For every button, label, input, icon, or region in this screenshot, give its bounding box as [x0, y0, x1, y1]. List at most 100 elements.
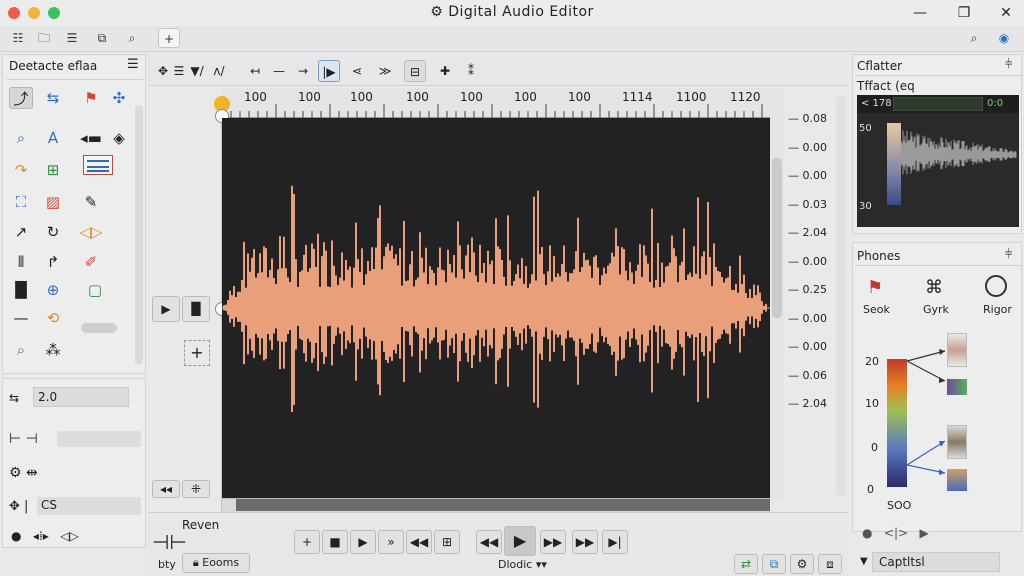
- brush-icon[interactable]: ✐: [79, 251, 103, 273]
- draw-icon[interactable]: ▼/: [186, 60, 208, 82]
- phones-button-label[interactable]: Rigor: [983, 303, 1012, 316]
- arrow-icon[interactable]: ↗: [9, 221, 33, 243]
- shuffle-small-button[interactable]: ⁜: [182, 480, 210, 498]
- list-icon[interactable]: ☰: [62, 28, 82, 48]
- rooms-button[interactable]: 🔒︎ Eooms: [182, 553, 250, 573]
- add-track-button[interactable]: +: [184, 340, 210, 366]
- equalizer-icon[interactable]: ▐▌: [9, 279, 33, 301]
- lasso-icon[interactable]: ⌕: [9, 339, 33, 361]
- add-button[interactable]: +: [294, 530, 320, 554]
- add-tab-button[interactable]: +: [158, 28, 180, 48]
- panel-options-icon[interactable]: ⫩: [1005, 57, 1012, 72]
- loop-icon[interactable]: ↻: [41, 221, 65, 243]
- skip-end-button[interactable]: ▶|: [602, 530, 628, 554]
- dial-icon[interactable]: [985, 275, 1007, 297]
- pen-icon[interactable]: ✎: [79, 191, 103, 213]
- swatch-4[interactable]: [947, 469, 967, 491]
- router-icon[interactable]: ⌘: [925, 277, 943, 298]
- horizontal-scrollbar[interactable]: [222, 498, 770, 512]
- merge-icon[interactable]: ⧉: [762, 554, 786, 574]
- spectrum-view[interactable]: < 178 0:0 50 30: [857, 95, 1019, 227]
- search-icon[interactable]: ⌕: [964, 28, 984, 48]
- box-icon[interactable]: ▢: [83, 279, 107, 301]
- grid-view-button[interactable]: ⊞: [434, 530, 460, 554]
- gear-icon[interactable]: ⚙: [790, 554, 814, 574]
- rotate-icon[interactable]: ⟲: [41, 307, 65, 329]
- close-icon[interactable]: ✕: [994, 2, 1018, 24]
- line-icon[interactable]: —: [9, 307, 33, 329]
- vertical-scrollbar[interactable]: [770, 88, 784, 500]
- split-icon[interactable]: ◁▷: [79, 221, 103, 243]
- search-file-icon[interactable]: ⌕: [122, 28, 142, 48]
- rewind-button[interactable]: ◀◀: [406, 530, 432, 554]
- nodes-icon[interactable]: ⧉: [92, 28, 112, 48]
- crosshair-icon[interactable]: ✣: [107, 87, 131, 109]
- scatter-icon[interactable]: ⁂: [41, 339, 65, 361]
- target-icon[interactable]: ⊕: [41, 279, 65, 301]
- bars-icon[interactable]: ⦀: [9, 251, 33, 273]
- select-icon[interactable]: ⛶: [9, 191, 33, 213]
- value-field-2[interactable]: [57, 431, 141, 447]
- frame-icon[interactable]: ⊟: [404, 60, 426, 82]
- forward-button[interactable]: »: [378, 530, 404, 554]
- main-play-button[interactable]: ▶: [504, 526, 536, 556]
- swatch-1[interactable]: [947, 333, 967, 367]
- image-icon[interactable]: ▨: [41, 191, 65, 213]
- db-scrollbar[interactable]: [836, 96, 846, 496]
- panel-options-icon[interactable]: ⫩: [1005, 247, 1012, 262]
- play-small-button[interactable]: ▶: [152, 296, 180, 322]
- zoom-icon[interactable]: ⌕: [9, 127, 33, 149]
- swatch-2[interactable]: [947, 379, 967, 395]
- more-icon[interactable]: ⁑: [460, 60, 482, 82]
- fast-forward-button[interactable]: ▶▶: [540, 530, 566, 554]
- minimize-icon[interactable]: —: [908, 2, 932, 24]
- play-button[interactable]: ▶: [350, 530, 376, 554]
- pause-small-button[interactable]: ▐▌: [182, 296, 210, 322]
- waveform-canvas[interactable]: [222, 118, 770, 498]
- value-field-1[interactable]: 2.0: [33, 387, 129, 407]
- stop-button[interactable]: ■: [322, 530, 348, 554]
- next-button[interactable]: ▶▶: [572, 530, 598, 554]
- folder-icon[interactable]: 🗀: [34, 28, 54, 48]
- rewind-small-button[interactable]: ◂◂: [152, 480, 180, 498]
- record-icon[interactable]: ● ◂⁞▸ ◁▷: [11, 529, 79, 543]
- footer-field[interactable]: Captltsl: [872, 552, 1000, 572]
- text-icon[interactable]: A: [41, 127, 65, 149]
- phones-button-label[interactable]: Gyrk: [923, 303, 949, 316]
- split-icon[interactable]: ⊣⊢: [152, 530, 187, 554]
- loop-icon[interactable]: ⋖: [346, 60, 368, 82]
- mode-select[interactable]: Dlodic ▾▾: [498, 558, 547, 571]
- left-scrollbar[interactable]: [135, 105, 143, 365]
- frame-icon[interactable]: ⊞: [41, 159, 65, 181]
- move-icon[interactable]: ⇆: [41, 87, 65, 109]
- export-icon[interactable]: ⧈: [818, 554, 842, 574]
- play-cursor-icon[interactable]: |▶: [318, 60, 340, 82]
- timeline-ruler[interactable]: 100 100 100 100 100 100 100 1114 1100 11…: [222, 88, 770, 118]
- value-field-4[interactable]: CS: [37, 497, 141, 515]
- panel-icon[interactable]: ☷: [8, 28, 28, 48]
- eye-icon[interactable]: ◈: [107, 127, 131, 149]
- back-icon[interactable]: —: [268, 60, 290, 82]
- speaker-icon[interactable]: ◂▬: [79, 127, 103, 149]
- cursor-icon[interactable]: ⤴: [9, 87, 33, 109]
- panel-menu-icon[interactable]: ☰: [127, 57, 139, 72]
- marker-icon[interactable]: ⚑: [79, 87, 103, 109]
- phones-button-label[interactable]: Seok: [863, 303, 890, 316]
- tools-icon[interactable]: ʌ/: [208, 60, 230, 82]
- account-icon[interactable]: ◉: [994, 28, 1014, 48]
- swatch-3[interactable]: [947, 425, 967, 459]
- curve-icon[interactable]: ↷: [9, 159, 33, 181]
- link-icon[interactable]: ⇄: [734, 554, 758, 574]
- cut-icon[interactable]: ✚: [434, 60, 456, 82]
- next-icon[interactable]: →: [292, 60, 314, 82]
- slider-icon[interactable]: [81, 323, 117, 333]
- footer-controls[interactable]: ● <|> ▶: [862, 526, 929, 540]
- grid-icon[interactable]: [83, 155, 113, 175]
- prev-icon[interactable]: ↤: [244, 60, 266, 82]
- restore-icon[interactable]: ❐: [952, 2, 976, 24]
- bend-icon[interactable]: ↱: [41, 251, 65, 273]
- skip-back-button[interactable]: ◀◀: [476, 530, 502, 554]
- sync-icon[interactable]: ≫: [374, 60, 396, 82]
- flag-icon[interactable]: ⚑: [867, 277, 883, 298]
- chevron-down-icon[interactable]: ▼: [860, 556, 868, 567]
